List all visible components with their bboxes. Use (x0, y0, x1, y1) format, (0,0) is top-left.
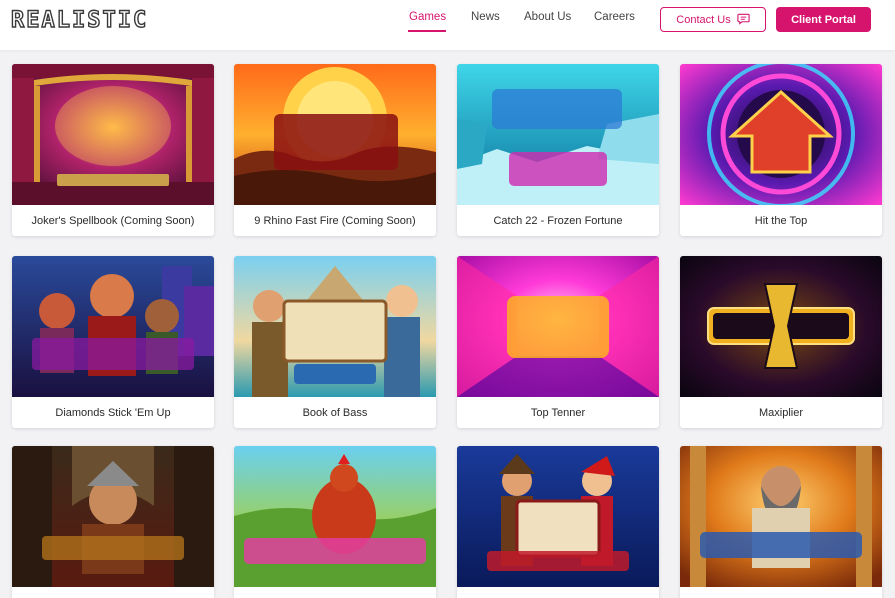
game-card-diamonds-stick-em-up[interactable]: Diamonds Stick 'Em Up (12, 256, 214, 428)
contact-us-button[interactable]: Contact Us (660, 7, 766, 32)
game-card-top-tenner[interactable]: Top Tenner (457, 256, 659, 428)
game-card-jokers-spellbook[interactable]: Joker's Spellbook (Coming Soon) (12, 64, 214, 236)
site-header: REALISTIC Games News About Us Careers Co… (0, 0, 895, 50)
game-thumbnail[interactable] (457, 64, 659, 205)
game-thumbnail[interactable] (234, 256, 436, 397)
game-card-9-rhino-fast-fire[interactable]: 9 Rhino Fast Fire (Coming Soon) (234, 64, 436, 236)
game-title[interactable]: Joker's Spellbook (Coming Soon) (12, 205, 214, 236)
game-thumbnail[interactable] (12, 64, 214, 205)
game-card-maxiplier[interactable]: Maxiplier (680, 256, 882, 428)
game-title[interactable] (457, 587, 659, 598)
game-title[interactable]: Diamonds Stick 'Em Up (12, 397, 214, 428)
game-thumbnail[interactable] (12, 446, 214, 587)
game-title[interactable]: Book of Bass (234, 397, 436, 428)
game-title[interactable]: Top Tenner (457, 397, 659, 428)
chat-icon (737, 12, 750, 28)
game-card-fortune-fortress[interactable] (12, 446, 214, 598)
game-title[interactable]: Catch 22 - Frozen Fortune (457, 205, 659, 236)
nav-careers[interactable]: Careers (594, 11, 635, 23)
nav-active-indicator (408, 30, 446, 32)
game-card-book-of-charms[interactable] (457, 446, 659, 598)
game-title[interactable] (680, 587, 882, 598)
game-title[interactable] (12, 587, 214, 598)
game-card-catch-22[interactable]: Catch 22 - Frozen Fortune (457, 64, 659, 236)
game-card-book-of-bass[interactable]: Book of Bass (234, 256, 436, 428)
nav-news[interactable]: News (471, 11, 500, 23)
game-thumbnail[interactable] (457, 446, 659, 587)
nav-about-us[interactable]: About Us (524, 11, 571, 23)
game-card-book-of-midas[interactable] (680, 446, 882, 598)
game-thumbnail[interactable] (12, 256, 214, 397)
brand-logo[interactable]: REALISTIC (10, 7, 148, 33)
game-thumbnail[interactable] (457, 256, 659, 397)
game-thumbnail[interactable] (680, 446, 882, 587)
contact-us-label: Contact Us (676, 13, 731, 26)
game-card-hit-the-top[interactable]: Hit the Top (680, 64, 882, 236)
game-thumbnail[interactable] (234, 64, 436, 205)
game-thumbnail[interactable] (234, 446, 436, 587)
game-title[interactable]: Hit the Top (680, 205, 882, 236)
game-thumbnail[interactable] (680, 64, 882, 205)
client-portal-button[interactable]: Client Portal (776, 7, 871, 32)
game-title[interactable]: 9 Rhino Fast Fire (Coming Soon) (234, 205, 436, 236)
game-title[interactable] (234, 587, 436, 598)
game-card-chicken-or-the-egg[interactable] (234, 446, 436, 598)
game-title[interactable]: Maxiplier (680, 397, 882, 428)
nav-games[interactable]: Games (409, 11, 446, 23)
game-thumbnail[interactable] (680, 256, 882, 397)
